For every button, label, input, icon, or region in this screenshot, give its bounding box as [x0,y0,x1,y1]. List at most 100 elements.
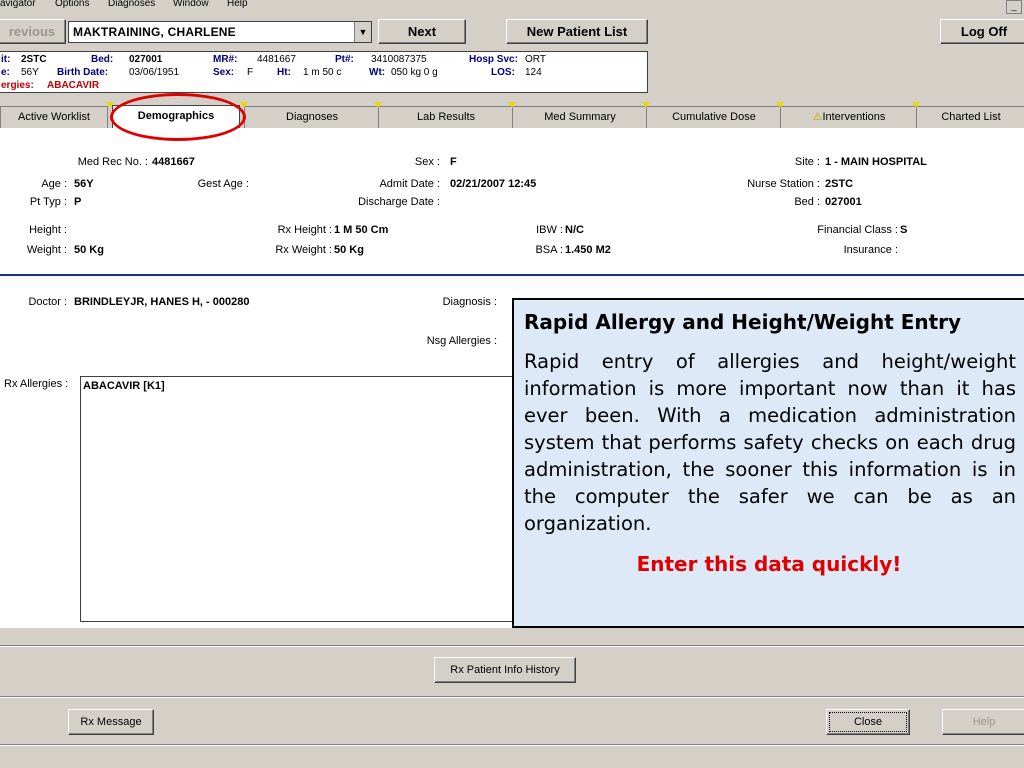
callout-body: Rapid entry of allergies and height/weig… [524,350,1016,535]
financial-class-label: Financial Class : [817,224,898,236]
pt-typ-label: Pt Typ : [29,196,67,208]
banner-allergy: ABACAVIR [47,80,100,91]
divider [0,744,1024,746]
doctor-value: BRINDLEYJR, HANES H, - 000280 [74,296,250,308]
medrec-label: Med Rec No. : [77,156,148,168]
next-button[interactable]: Next [378,19,466,44]
info-callout: Rapid Allergy and Height/Weight Entry Ra… [512,298,1024,628]
nurse-station-label: Nurse Station : [747,178,820,190]
callout-title: Rapid Allergy and Height/Weight Entry [524,310,962,334]
banner-svc: ORT [525,54,546,65]
tab-marker-icon [776,102,784,108]
bed-value: 027001 [825,196,862,208]
tab-marker-icon [508,102,516,108]
sex-label: Sex : [414,156,440,168]
rx-weight-label: Rx Weight : [275,244,332,256]
tab-marker-icon [642,102,650,108]
menu-navigator[interactable]: avigator [0,0,36,9]
banner-age-label: e: [1,67,10,78]
tab-charted-list[interactable]: Charted List [916,106,1024,128]
banner-allergy-label: ergies: [1,80,34,91]
menu-help[interactable]: Help [227,0,248,9]
tab-marker-icon [106,102,114,108]
bed-label: Bed : [794,196,820,208]
banner-mr: 4481667 [257,54,296,65]
banner-bd: 03/06/1951 [129,67,180,78]
banner-unit: 2STC [21,54,47,65]
doctor-label: Doctor : [28,296,67,308]
banner-unit-label: it: [1,54,11,65]
callout-emphasis: Enter this data quickly! [636,552,902,576]
financial-class-value: S [900,224,908,236]
banner-sex: F [247,67,254,78]
rx-allergies-list[interactable]: ABACAVIR [K1] [80,376,514,622]
rx-message-button[interactable]: Rx Message [68,709,154,735]
tab-cumulative-dose[interactable]: Cumulative Dose [646,106,782,128]
banner-los-label: LOS: [491,67,515,78]
banner-wt-label: Wt: [369,67,386,78]
banner-ht: 1 m 50 c [303,67,342,78]
height-label: Height : [29,224,67,236]
admit-date-value: 02/21/2007 12:45 [450,178,537,190]
demographics-panel: Med Rec No. : 4481667 Sex : F Site : 1 -… [0,128,1024,276]
diagnosis-label: Diagnosis : [442,296,497,308]
tab-marker-icon [912,102,920,108]
banner-bd-label: Birth Date: [57,67,109,78]
highlight-ellipse [110,93,246,141]
minimize-icon[interactable]: _ [1006,0,1022,14]
tab-active-worklist[interactable]: Active Worklist [0,106,108,128]
banner-sex-label: Sex: [213,67,235,78]
menu-options[interactable]: Options [55,0,89,9]
rx-weight-value: 50 Kg [334,244,364,256]
banner-bed: 027001 [129,54,163,65]
help-button[interactable]: Help [942,709,1024,735]
divider [0,645,1024,647]
sex-value: F [450,156,457,168]
rx-height-label: Rx Height : [277,224,332,236]
tab-marker-icon [240,102,248,108]
log-off-button[interactable]: Log Off [940,19,1024,44]
medrec-value: 4481667 [152,156,195,168]
banner-ht-label: Ht: [277,67,291,78]
patient-select[interactable]: MAKTRAINING, CHARLENE ▼ [68,21,372,43]
age-label: Age : [41,178,67,190]
banner-age: 56Y [21,67,39,78]
nurse-station-value: 2STC [825,178,854,190]
weight-value: 50 Kg [74,244,104,256]
banner-svc-label: Hosp Svc: [469,54,518,65]
weight-label: Weight : [26,244,67,256]
menu-diagnoses[interactable]: Diagnoses [108,0,155,9]
age-value: 56Y [74,178,94,190]
tab-interventions[interactable]: ⚠Interventions [780,106,918,128]
tab-diagnoses[interactable]: Diagnoses [244,106,380,128]
tab-interventions-label: Interventions [822,111,886,123]
close-button[interactable]: Close [826,709,910,735]
divider [0,696,1024,698]
rx-height-value: 1 M 50 Cm [334,224,389,236]
new-patient-list-button[interactable]: New Patient List [506,19,648,44]
tab-lab-results[interactable]: Lab Results [378,106,514,128]
menu-window[interactable]: Window [173,0,209,9]
ibw-label: IBW : [536,224,563,236]
gest-age-label: Gest Age : [197,178,249,190]
tab-marker-icon [374,102,382,108]
patient-banner: it: 2STC Bed: 027001 MR#: 4481667 Pt#: 3… [0,51,648,93]
bsa-label: BSA : [535,244,563,256]
rx-allergy-item[interactable]: ABACAVIR [K1] [83,380,165,392]
discharge-date-label: Discharge Date : [358,196,440,208]
banner-mr-label: MR#: [213,54,238,65]
previous-button[interactable]: revious [0,19,66,44]
banner-wt: 050 kg 0 g [391,67,438,78]
rx-allergies-label: Rx Allergies : [4,378,69,390]
rx-patient-info-history-button[interactable]: Rx Patient Info History [434,657,576,683]
banner-pt: 3410087375 [371,54,427,65]
pt-typ-value: P [74,196,82,208]
tab-med-summary[interactable]: Med Summary [512,106,648,128]
banner-bed-label: Bed: [91,54,114,65]
menu-bar: avigator Options Diagnoses Window Help [0,0,1024,14]
warning-icon: ⚠ [812,111,823,123]
patient-select-value: MAKTRAINING, CHARLENE [73,25,236,39]
nsg-allergies-label: Nsg Allergies : [426,335,497,347]
bsa-value: 1.450 M2 [565,244,611,256]
chevron-down-icon[interactable]: ▼ [354,22,371,42]
